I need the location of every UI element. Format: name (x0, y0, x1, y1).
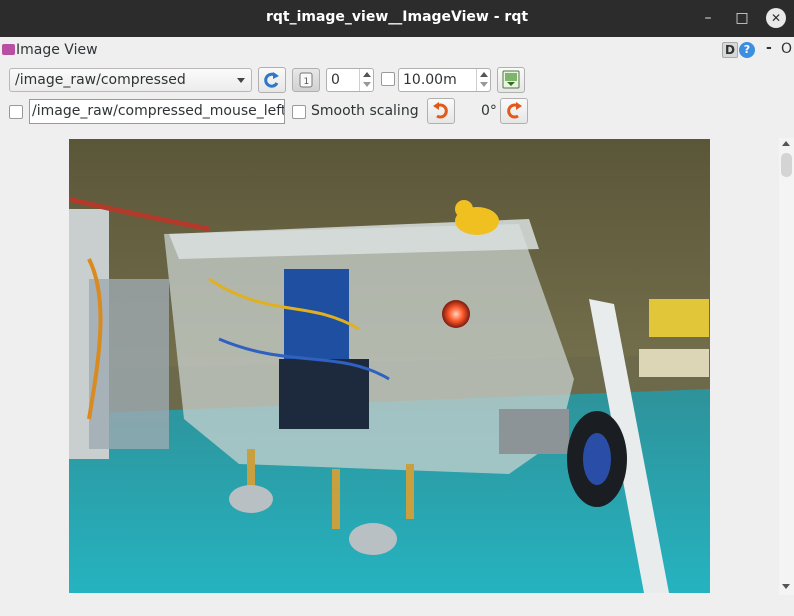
arrow-down-icon[interactable] (480, 82, 488, 87)
rotation-value: 0° (481, 103, 497, 119)
help-button[interactable]: ? (739, 42, 755, 58)
mouse-topic-value: /image_raw/compressed_mouse_left (32, 103, 285, 119)
mouse-topic-input[interactable]: /image_raw/compressed_mouse_left (29, 99, 285, 124)
smooth-scaling-checkbox[interactable] (292, 105, 306, 119)
save-image-icon (502, 70, 520, 89)
minimize-window-button[interactable]: – (698, 8, 718, 28)
scroll-down-icon[interactable] (782, 584, 790, 589)
rotate-left-icon (433, 102, 448, 119)
zoom-1-button[interactable]: 1 (292, 68, 320, 92)
plugin-title: Image View (16, 42, 98, 58)
save-image-button[interactable] (497, 67, 525, 93)
arrow-down-icon[interactable] (363, 82, 371, 87)
value-spinbox[interactable]: 0 (326, 68, 374, 92)
arrow-up-icon[interactable] (480, 72, 488, 77)
rotate-right-icon (507, 102, 522, 119)
mouse-publish-checkbox[interactable] (9, 105, 23, 119)
max-range-value: 10.00m (403, 72, 457, 88)
smooth-scaling-label: Smooth scaling (311, 103, 419, 119)
window-title: rqt_image_view__ImageView - rqt (265, 9, 529, 25)
rotate-left-button[interactable] (427, 98, 455, 124)
scroll-up-icon[interactable] (782, 141, 790, 146)
camera-image[interactable] (69, 139, 710, 593)
refresh-icon (264, 72, 279, 88)
max-range-spinbox[interactable]: 10.00m (398, 68, 491, 92)
spin-value: 0 (331, 72, 340, 88)
arrow-up-icon[interactable] (363, 72, 371, 77)
close-window-button[interactable]: ✕ (766, 8, 786, 28)
dock-d-button[interactable]: D (722, 42, 738, 58)
plugin-float-button[interactable]: O (781, 41, 792, 57)
maximize-window-button[interactable]: □ (732, 8, 752, 28)
camera-frame-picture (69, 139, 710, 593)
chevron-down-icon (237, 78, 245, 83)
refresh-topics-button[interactable] (258, 67, 286, 93)
topic-select-value: /image_raw/compressed (15, 72, 186, 88)
topic-select[interactable]: /image_raw/compressed (9, 68, 252, 92)
zoom-1-icon: 1 (299, 72, 313, 88)
window-titlebar: rqt_image_view__ImageView - rqt – □ ✕ (0, 0, 794, 37)
image-view-icon (2, 44, 15, 55)
plugin-minimize-button[interactable]: - (766, 40, 772, 56)
dynamic-range-checkbox[interactable] (381, 72, 395, 86)
plugin-header: Image View D ? - O (0, 38, 794, 64)
scrollbar-thumb[interactable] (781, 153, 792, 177)
rotate-right-button[interactable] (500, 98, 528, 124)
svg-text:1: 1 (304, 77, 310, 87)
vertical-scrollbar[interactable] (779, 138, 794, 595)
